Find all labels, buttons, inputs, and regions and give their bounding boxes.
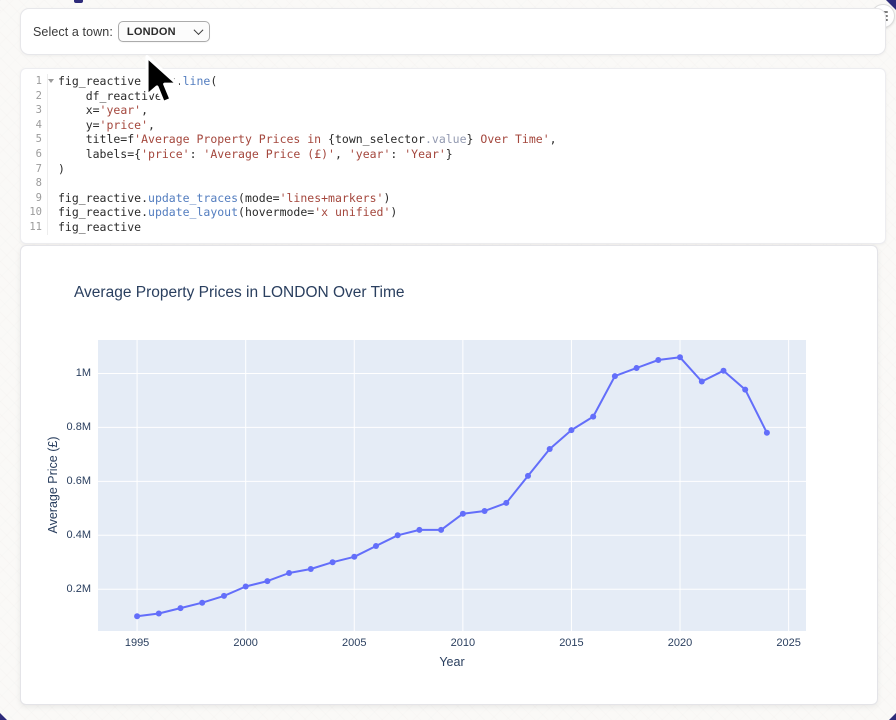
line-number: 1	[21, 74, 48, 89]
accent-corner-bottom-left	[0, 713, 7, 720]
data-point[interactable]	[568, 427, 574, 433]
x-axis-tick: 2010	[438, 637, 488, 649]
x-axis-tick: 2005	[329, 637, 379, 649]
code-text: labels={'price': 'Average Price (£)', 'y…	[48, 147, 453, 162]
y-axis-tick: 0.6M	[21, 475, 91, 487]
data-point[interactable]	[590, 414, 596, 420]
code-line[interactable]: 8	[21, 176, 885, 191]
code-text: fig_reactive.update_layout(hovermode='x …	[48, 205, 397, 220]
x-axis-tick: 2000	[221, 637, 271, 649]
y-axis-tick: 1M	[21, 367, 91, 379]
code-editor[interactable]: 1fig_reactive = px.line(2 df_reactive,3 …	[21, 69, 885, 235]
data-point[interactable]	[438, 527, 444, 533]
line-number: 5	[21, 132, 48, 147]
x-axis-tick: 2015	[546, 637, 596, 649]
accent-top-dash	[74, 0, 83, 3]
code-text: fig_reactive	[48, 220, 141, 235]
town-select-label: Select a town:	[33, 25, 113, 39]
data-point[interactable]	[742, 387, 748, 393]
data-point[interactable]	[286, 570, 292, 576]
chevron-down-icon	[193, 25, 203, 35]
line-number: 7	[21, 162, 48, 177]
code-text: x='year',	[48, 103, 148, 118]
line-number: 11	[21, 220, 48, 235]
code-line[interactable]: 10fig_reactive.update_layout(hovermode='…	[21, 205, 885, 220]
y-axis-tick: 0.8M	[21, 421, 91, 433]
data-point[interactable]	[221, 593, 227, 599]
data-point[interactable]	[612, 373, 618, 379]
data-point[interactable]	[156, 611, 162, 617]
code-line[interactable]: 9fig_reactive.update_traces(mode='lines+…	[21, 191, 885, 206]
line-number: 4	[21, 118, 48, 133]
accent-corner-top-left	[0, 0, 15, 15]
data-point[interactable]	[699, 379, 705, 385]
y-axis-tick: 0.2M	[21, 583, 91, 595]
fold-chevron-icon[interactable]	[48, 79, 54, 83]
code-text: title=f'Average Property Prices in {town…	[48, 132, 557, 147]
price-line-series[interactable]	[137, 357, 767, 616]
line-number: 10	[21, 205, 48, 220]
town-selector-cell: Select a town: LONDON	[20, 8, 886, 55]
line-number: 6	[21, 147, 48, 162]
data-point[interactable]	[525, 473, 531, 479]
data-point[interactable]	[243, 584, 249, 590]
accent-corner-bottom-right	[889, 713, 896, 720]
code-line[interactable]: 11fig_reactive	[21, 220, 885, 235]
data-point[interactable]	[503, 500, 509, 506]
code-line[interactable]: 4 y='price',	[21, 118, 885, 133]
code-line[interactable]: 5 title=f'Average Property Prices in {to…	[21, 132, 885, 147]
code-text: )	[48, 162, 65, 177]
code-cell[interactable]: 1fig_reactive = px.line(2 df_reactive,3 …	[20, 68, 886, 244]
data-point[interactable]	[351, 554, 357, 560]
data-point[interactable]	[764, 430, 770, 436]
line-number: 8	[21, 176, 48, 191]
data-point[interactable]	[373, 543, 379, 549]
x-axis-tick: 2025	[764, 637, 814, 649]
line-number: 3	[21, 103, 48, 118]
data-point[interactable]	[677, 354, 683, 360]
line-number: 9	[21, 191, 48, 206]
data-point[interactable]	[655, 357, 661, 363]
data-point[interactable]	[416, 527, 422, 533]
chart-output-cell: Average Property Prices in LONDON Over T…	[20, 245, 878, 705]
code-line[interactable]: 7)	[21, 162, 885, 177]
x-axis-tick: 1995	[112, 637, 162, 649]
code-line[interactable]: 6 labels={'price': 'Average Price (£)', …	[21, 147, 885, 162]
line-number: 2	[21, 89, 48, 104]
code-text: fig_reactive = px.line(	[48, 74, 217, 89]
town-dropdown[interactable]: LONDON	[118, 21, 210, 42]
notebook-page: Select a town: LONDON 1fig_reactive = px…	[0, 0, 896, 720]
code-text	[48, 176, 65, 191]
data-point[interactable]	[721, 368, 727, 374]
data-point[interactable]	[308, 566, 314, 572]
code-text: y='price',	[48, 118, 155, 133]
x-axis-tick: 2020	[655, 637, 705, 649]
control-row: Select a town: LONDON	[21, 9, 885, 54]
data-point[interactable]	[178, 605, 184, 611]
code-text: df_reactive,	[48, 89, 169, 104]
data-point[interactable]	[634, 365, 640, 371]
data-point[interactable]	[395, 532, 401, 538]
y-axis-tick: 0.4M	[21, 529, 91, 541]
data-point[interactable]	[264, 578, 270, 584]
data-point[interactable]	[482, 508, 488, 514]
code-line[interactable]: 1fig_reactive = px.line(	[21, 74, 885, 89]
data-point[interactable]	[547, 446, 553, 452]
data-point[interactable]	[134, 613, 140, 619]
line-chart-plot[interactable]	[98, 340, 806, 631]
code-line[interactable]: 3 x='year',	[21, 103, 885, 118]
code-line[interactable]: 2 df_reactive,	[21, 89, 885, 104]
data-point[interactable]	[199, 600, 205, 606]
chart-svg[interactable]	[98, 340, 806, 631]
town-dropdown-value: LONDON	[127, 26, 176, 38]
data-point[interactable]	[330, 559, 336, 565]
data-point[interactable]	[460, 511, 466, 517]
x-axis-label: Year	[439, 655, 464, 669]
chart-title: Average Property Prices in LONDON Over T…	[74, 284, 405, 302]
code-text: fig_reactive.update_traces(mode='lines+m…	[48, 191, 390, 206]
